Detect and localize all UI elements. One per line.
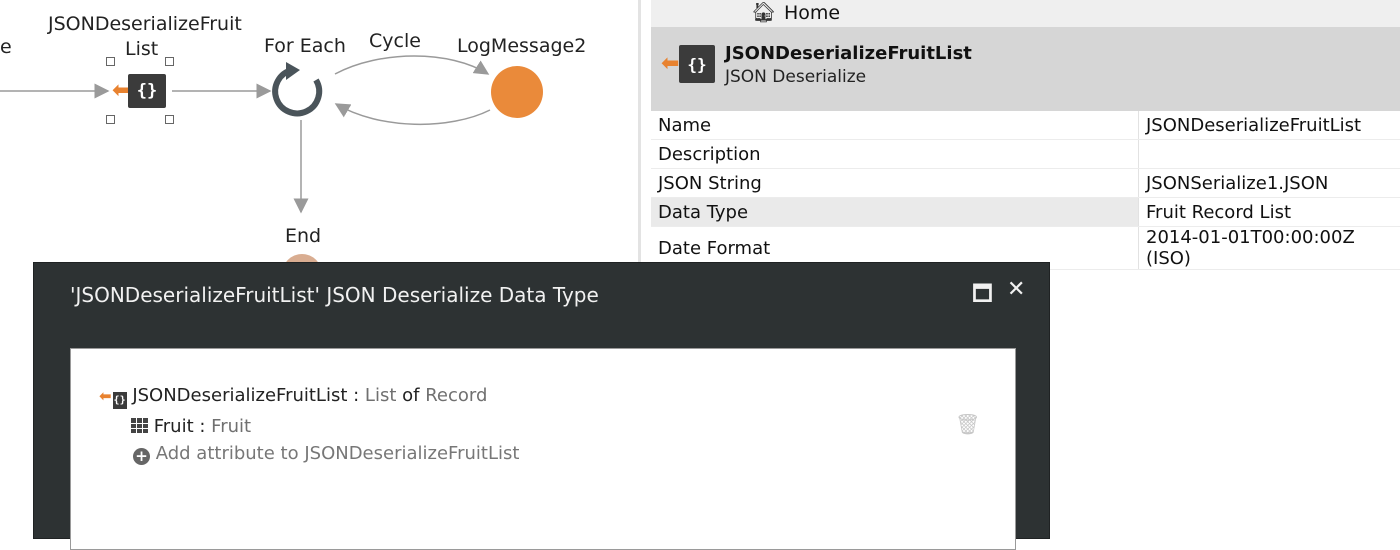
json-deserialize-node[interactable]: {}	[128, 74, 166, 108]
structure-root[interactable]: ⬅{} JSONDeserializeFruitList : List of R…	[99, 385, 487, 409]
type-separator: :	[194, 416, 212, 437]
log-message-node[interactable]	[491, 66, 543, 118]
property-value[interactable]: JSONDeserializeFruitList	[1139, 111, 1400, 140]
add-circle-icon: +	[133, 448, 150, 465]
selection-handle[interactable]	[106, 57, 115, 66]
property-row[interactable]: Name JSONDeserializeFruitList	[651, 111, 1400, 140]
property-value[interactable]: JSONSerialize1.JSON	[1139, 169, 1400, 198]
home-icon: 🏠︎	[751, 0, 776, 24]
type-separator: :	[347, 385, 365, 406]
json-deserialize-icon: {}	[137, 81, 157, 101]
add-attribute-label: Add attribute to JSONDeserializeFruitLis…	[156, 443, 520, 464]
attribute-row[interactable]: Fruit : Fruit	[131, 416, 251, 437]
json-node-label-line2: List	[125, 38, 158, 60]
attribute-type[interactable]: Fruit	[211, 416, 251, 437]
breadcrumb-home[interactable]: 🏠︎ Home	[651, 0, 1400, 27]
property-key: JSON String	[651, 169, 1139, 198]
dialog-title: 'JSONDeserializeFruitList' JSON Deserial…	[70, 283, 599, 307]
property-row[interactable]: Description	[651, 140, 1400, 169]
property-value[interactable]: Fruit Record List	[1139, 198, 1400, 227]
property-key: Name	[651, 111, 1139, 140]
property-value[interactable]: 2014-01-01T00:00:00Z (ISO)	[1139, 227, 1400, 270]
properties-title: JSONDeserializeFruitList	[725, 43, 972, 64]
property-value[interactable]	[1139, 140, 1400, 169]
home-label[interactable]: Home	[784, 2, 840, 24]
structure-name: JSONDeserializeFruitList	[132, 385, 347, 406]
cut-off-node-label: e	[0, 36, 12, 58]
json-deserialize-icon: {}	[679, 45, 715, 83]
selection-handle[interactable]	[106, 115, 115, 124]
json-node-label-line1: JSONDeserializeFruit	[48, 13, 242, 35]
record-type[interactable]: Record	[425, 385, 487, 406]
property-row[interactable]: JSON String JSONSerialize1.JSON	[651, 169, 1400, 198]
properties-header: ⬅ {} JSONDeserializeFruitList JSON Deser…	[651, 27, 1400, 111]
attribute-name: Fruit	[154, 416, 194, 437]
of-text: of	[396, 385, 425, 406]
properties-subtitle: JSON Deserialize	[725, 67, 866, 87]
properties-panel: 🏠︎ Home ⬅ {} JSONDeserializeFruitList JS…	[651, 0, 1400, 262]
property-key: Data Type	[651, 198, 1139, 227]
property-key: Description	[651, 140, 1139, 169]
maximize-icon[interactable]: 🗖	[972, 277, 993, 315]
foreach-label: For Each	[264, 35, 346, 57]
trash-icon[interactable]: 🗑︎	[955, 412, 980, 436]
entity-grid-icon	[131, 418, 148, 433]
json-deserialize-icon: {}	[113, 392, 127, 409]
list-type[interactable]: List	[365, 385, 396, 406]
foreach-cycle-icon	[275, 62, 319, 113]
end-label: End	[285, 225, 321, 247]
data-type-dialog: 'JSONDeserializeFruitList' JSON Deserial…	[33, 262, 1050, 539]
add-attribute-link[interactable]: + Add attribute to JSONDeserializeFruitL…	[133, 443, 519, 465]
property-row[interactable]: Data Type Fruit Record List	[651, 198, 1400, 227]
deserialize-arrow-icon: ⬅	[661, 51, 679, 76]
selection-handle[interactable]	[165, 57, 174, 66]
structure-editor: ⬅{} JSONDeserializeFruitList : List of R…	[70, 348, 1016, 550]
cycle-label: Cycle	[369, 30, 421, 52]
panel-splitter[interactable]	[638, 0, 641, 262]
close-icon[interactable]: ✕	[1007, 277, 1025, 302]
selection-handle[interactable]	[165, 115, 174, 124]
deserialize-arrow-icon: ⬅	[99, 387, 112, 405]
log-message-label: LogMessage2	[457, 35, 586, 57]
properties-grid: Name JSONDeserializeFruitList Descriptio…	[651, 111, 1400, 270]
